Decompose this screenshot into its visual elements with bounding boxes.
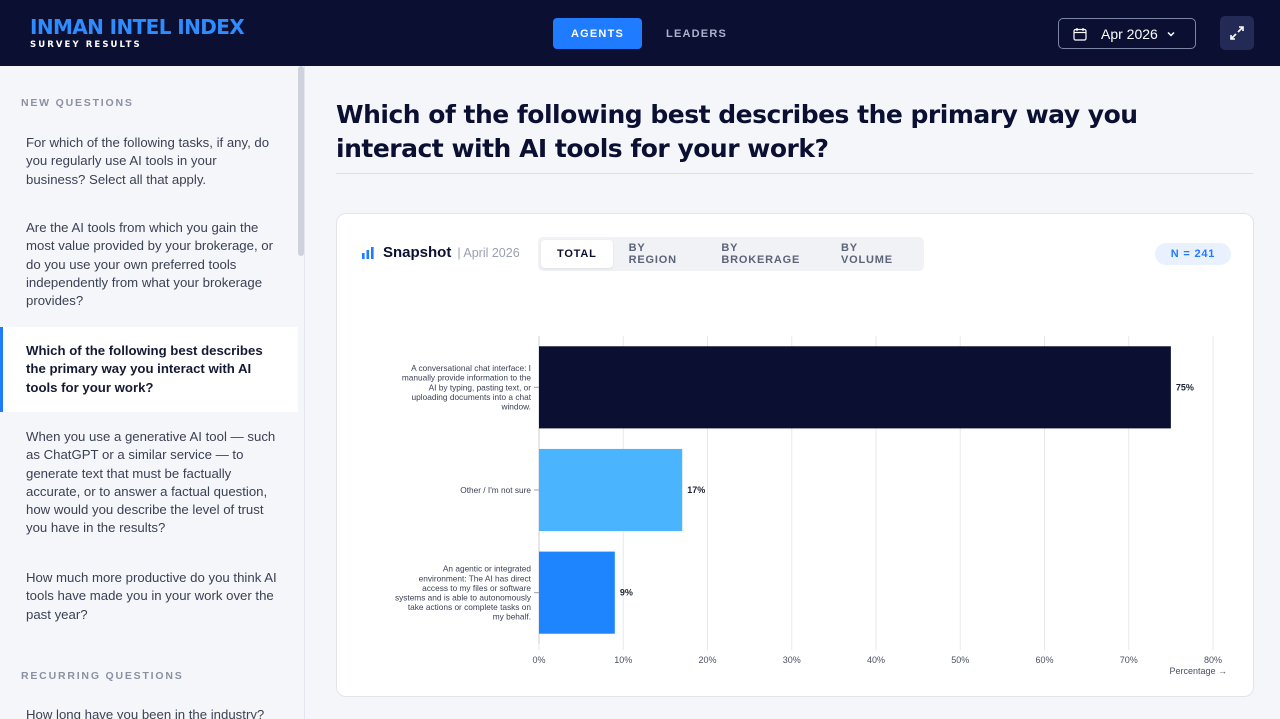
new-questions-heading: NEW QUESTIONS [21,97,134,109]
x-tick-label: 0% [532,655,545,665]
x-tick-label: 50% [951,655,969,665]
title-divider [336,173,1253,174]
bar-value-label: 9% [620,588,633,598]
sidebar-question[interactable]: Are the AI tools from which you gain the… [0,219,298,310]
x-axis-label: Percentage → [1169,666,1227,676]
question-sidebar: NEW QUESTIONS For which of the following… [0,66,305,719]
y-category-label: AI by typing, pasting text, or [429,382,532,392]
y-category-label: Other / I'm not sure [460,485,531,495]
sidebar-question[interactable]: When you use a generative AI tool — such… [0,428,298,538]
x-tick-label: 20% [698,655,716,665]
date-picker[interactable]: Apr 2026 [1058,18,1196,49]
y-category-label: take actions or complete tasks on [408,602,532,612]
brand-subtitle: SURVEY RESULTS [30,40,142,50]
bar [539,551,615,634]
chevron-down-icon [1167,31,1175,37]
tab-agents[interactable]: AGENTS [553,18,643,49]
y-category-label: access to my files or software [422,583,531,593]
bar [539,346,1171,429]
top-bar: INMAN INTEL INDEX SURVEY RESULTS AGENTS … [0,0,1280,66]
x-tick-label: 80% [1204,655,1222,665]
bar-value-label: 17% [687,485,705,495]
y-category-label: manually provide information to the [402,373,532,383]
y-category-label: window. [500,402,531,412]
fullscreen-button[interactable] [1220,16,1254,50]
x-tick-label: 60% [1035,655,1053,665]
y-category-label: systems and is able to autonomously [395,592,532,602]
brand-logo[interactable]: INMAN INTEL INDEX SURVEY RESULTS [30,15,245,50]
x-tick-label: 10% [614,655,632,665]
snapshot-card: Snapshot | April 2026 TOTAL BY REGION BY… [336,213,1254,697]
y-category-label: A conversational chat interface: I [411,363,531,373]
x-tick-label: 30% [783,655,801,665]
tab-leaders[interactable]: LEADERS [648,18,745,49]
sidebar-scrollbar[interactable] [298,66,304,256]
calendar-icon [1073,27,1087,41]
x-tick-label: 70% [1120,655,1138,665]
bar-value-label: 75% [1176,382,1194,392]
sidebar-question[interactable]: For which of the following tasks, if any… [0,134,298,189]
page-title: Which of the following best describes th… [336,100,1138,163]
recurring-questions-heading: RECURRING QUESTIONS [21,670,184,682]
bar [539,448,683,532]
sidebar-question[interactable]: How long have you been in the industry? [0,706,298,719]
brand-title: INMAN INTEL INDEX [30,15,245,39]
expand-icon [1230,26,1244,40]
sidebar-question[interactable]: How much more productive do you think AI… [0,569,298,624]
date-label: Apr 2026 [1101,25,1158,42]
y-category-label: environment: The AI has direct [419,573,532,583]
y-category-label: uploading documents into a chat [412,392,532,402]
sidebar-question-active[interactable]: Which of the following best describes th… [0,327,298,412]
bar-chart: 0% 10% 20% 30% 40% 50% 60% 70% 80%Percentage → 75… [395,336,1227,676]
y-category-label: my behalf. [493,612,531,622]
y-category-label: An agentic or integrated [443,564,531,574]
audience-nav: AGENTS LEADERS [553,18,745,49]
x-tick-label: 40% [867,655,885,665]
